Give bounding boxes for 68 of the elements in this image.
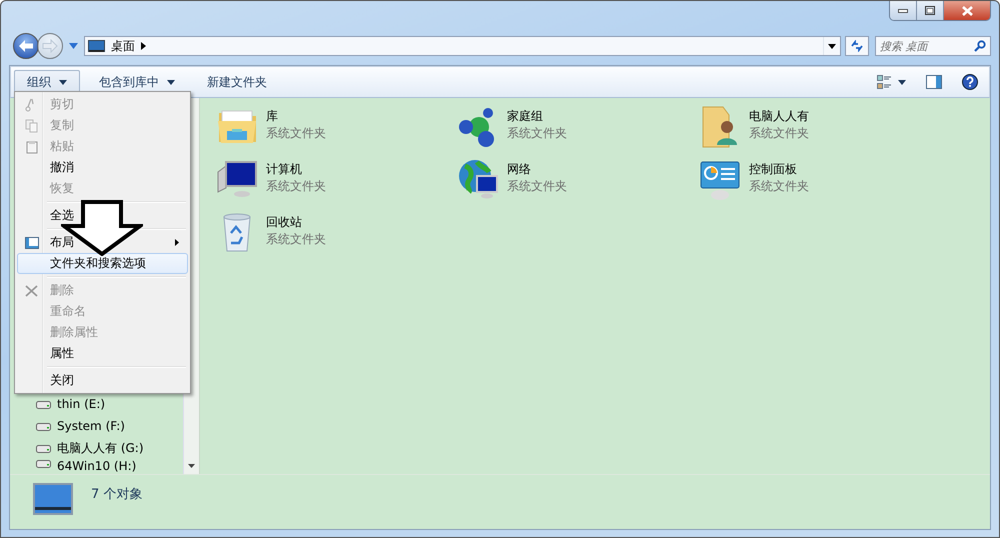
menu-item[interactable]: 关闭 bbox=[17, 370, 188, 391]
drive-icon bbox=[36, 400, 51, 408]
item-type: 系统文件夹 bbox=[507, 125, 567, 142]
item-name: 回收站 bbox=[266, 214, 303, 231]
desktop-item[interactable]: 网络 系统文件夹 bbox=[457, 158, 617, 211]
caret-icon bbox=[69, 43, 78, 49]
pane-icon bbox=[926, 75, 942, 89]
drive-item[interactable]: 64Win10 (H:) bbox=[36, 459, 183, 474]
left-arrow-icon bbox=[18, 39, 34, 53]
location-crumb[interactable]: 桌面 bbox=[111, 38, 135, 54]
toolbar-button[interactable]: 新建文件夹 bbox=[194, 70, 280, 94]
chevron-icon[interactable] bbox=[141, 42, 146, 50]
item-name: 电脑人人有 bbox=[749, 108, 809, 125]
item-count: 7 个对象 bbox=[91, 486, 142, 503]
search-field[interactable]: 搜索 桌面 bbox=[875, 36, 991, 56]
monitor-icon bbox=[33, 483, 73, 515]
desktop-item[interactable]: 家庭组 系统文件夹 bbox=[457, 105, 617, 158]
drive-item[interactable]: System (F:) bbox=[36, 415, 183, 437]
item-type: 系统文件夹 bbox=[266, 231, 326, 248]
item-name: 控制面板 bbox=[749, 161, 798, 178]
back-button[interactable] bbox=[13, 33, 39, 59]
close-button[interactable] bbox=[944, 1, 990, 20]
item-type: 系统文件夹 bbox=[749, 125, 809, 142]
toolbar-button[interactable]: 包含到库中 bbox=[86, 70, 188, 94]
view-list-icon bbox=[877, 74, 892, 90]
help-icon bbox=[962, 74, 978, 90]
right-arrow-icon bbox=[42, 39, 58, 53]
caret-icon bbox=[828, 44, 836, 48]
copy-icon bbox=[25, 118, 39, 132]
layout-icon bbox=[25, 236, 39, 250]
drive-item[interactable]: thin (E:) bbox=[36, 393, 183, 415]
address-field[interactable]: 桌面 bbox=[84, 36, 841, 56]
submenu-arrow-icon bbox=[175, 239, 179, 246]
item-type: 系统文件夹 bbox=[266, 125, 326, 142]
refresh-icon bbox=[850, 40, 864, 52]
menu-item[interactable]: 属性 bbox=[17, 343, 188, 364]
menu-item[interactable]: 撤消 bbox=[17, 157, 188, 178]
refresh-button[interactable] bbox=[845, 36, 869, 56]
drive-icon bbox=[36, 422, 51, 430]
item-name: 库 bbox=[266, 108, 279, 125]
menu-item[interactable]: 全选 bbox=[17, 205, 188, 226]
desktop-item[interactable]: 库 系统文件夹 bbox=[216, 105, 376, 158]
desktop-item[interactable]: 控制面板 系统文件夹 bbox=[699, 158, 859, 211]
monitor-icon bbox=[88, 40, 105, 52]
minimize-button[interactable] bbox=[890, 1, 917, 20]
close-icon bbox=[962, 6, 972, 16]
delete-icon bbox=[25, 284, 39, 298]
caret-icon bbox=[898, 80, 906, 84]
scroll-down-icon[interactable] bbox=[188, 464, 195, 468]
item-type: 系统文件夹 bbox=[749, 178, 809, 195]
menu-item[interactable]: 文件夹和搜索选项 bbox=[17, 253, 188, 274]
item-name: 计算机 bbox=[266, 161, 303, 178]
maximize-icon bbox=[925, 6, 935, 15]
drive-icon bbox=[36, 444, 51, 452]
minimize-icon bbox=[898, 8, 908, 12]
desktop-item[interactable]: 回收站 系统文件夹 bbox=[216, 211, 376, 264]
drive-icon bbox=[36, 459, 51, 468]
desktop-item[interactable]: 计算机 系统文件夹 bbox=[216, 158, 376, 211]
search-icon bbox=[974, 40, 986, 52]
item-name: 家庭组 bbox=[507, 108, 544, 125]
paste-icon bbox=[25, 140, 39, 154]
recent-pages-button[interactable] bbox=[67, 43, 80, 49]
drive-item[interactable]: 电脑人人有 (G:) bbox=[36, 437, 183, 459]
item-type: 系统文件夹 bbox=[266, 178, 326, 195]
item-type: 系统文件夹 bbox=[507, 178, 567, 195]
desktop-item[interactable]: 电脑人人有 系统文件夹 bbox=[699, 105, 859, 158]
item-name: 网络 bbox=[507, 161, 532, 178]
maximize-button[interactable] bbox=[917, 1, 944, 20]
